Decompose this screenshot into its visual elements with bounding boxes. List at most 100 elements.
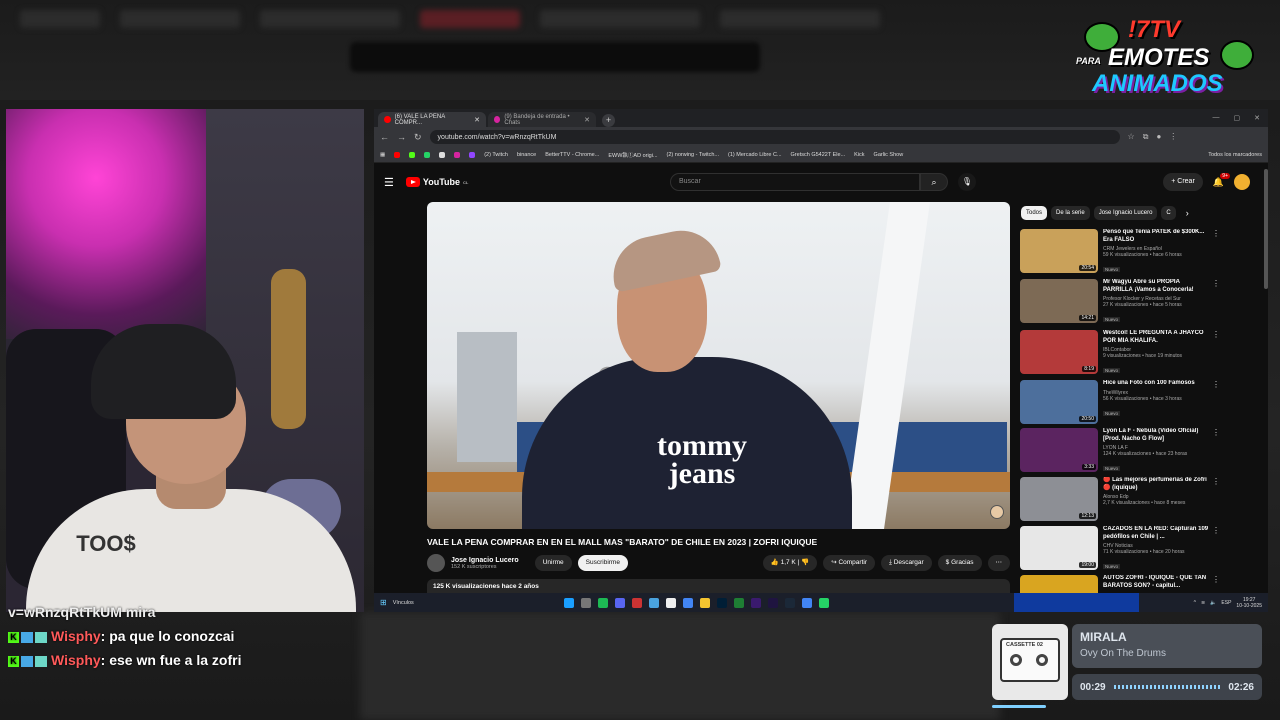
extension-icon[interactable]: ⧉ — [1143, 132, 1149, 142]
recommendation-thumbnail[interactable]: 12:13 — [1020, 477, 1098, 521]
more-actions-button[interactable]: ⋯ — [987, 555, 1010, 571]
bookmark-gretsch[interactable]: Gretsch G5422T Ele... — [791, 152, 846, 158]
recommendation-title[interactable]: Mr Wagyu Abre su PROPIA PARRILLA ¡Vamos … — [1103, 279, 1210, 294]
video-player[interactable]: tommy jeans — [427, 202, 1010, 529]
recommendation-thumbnail[interactable]: 20:54 — [1020, 229, 1098, 273]
app-icon[interactable] — [648, 597, 659, 608]
search-input[interactable]: Buscar — [670, 173, 920, 191]
recommendation-thumbnail[interactable]: 8:19 — [1020, 330, 1098, 374]
like-button[interactable]: 👍 1,7 K | 👎 — [762, 555, 818, 571]
chrome-icon[interactable] — [801, 597, 812, 608]
bookmark-binance[interactable]: binance — [517, 152, 536, 158]
recommendation-title[interactable]: CAZADOS EN LA RED: Capturan 109 pedófilo… — [1103, 526, 1210, 541]
forward-icon[interactable]: → — [397, 132, 406, 142]
create-button[interactable]: + Crear — [1163, 173, 1203, 191]
kick-bookmark-icon[interactable] — [409, 151, 416, 158]
x-bookmark-icon[interactable] — [439, 151, 446, 158]
menu-icon[interactable]: ⋮ — [1169, 132, 1177, 142]
recommendation-item[interactable]: 20:50 Hice una Foto con 100 Famosos TheWil… — [1020, 380, 1220, 426]
recommendation-item[interactable]: 12:13 🔴 Las mejores perfumerías de Zofri … — [1020, 477, 1220, 523]
more-options-icon[interactable]: ⋮ — [1212, 330, 1220, 376]
reload-icon[interactable]: ↻ — [414, 132, 422, 143]
more-options-icon[interactable]: ⋮ — [1212, 279, 1220, 325]
file-explorer-icon[interactable] — [699, 597, 710, 608]
more-options-icon[interactable]: ⋮ — [1212, 380, 1220, 426]
star-icon[interactable]: ☆ — [1128, 132, 1135, 142]
url-field[interactable]: youtube.com/watch?v=wRnzqRtTkUM — [429, 130, 1120, 144]
photoshop-icon[interactable] — [716, 597, 727, 608]
more-options-icon[interactable]: ⋮ — [1212, 428, 1220, 474]
close-window-icon[interactable]: ✕ — [1254, 114, 1260, 122]
discord-icon[interactable] — [614, 597, 625, 608]
clock[interactable]: 19:27 10-10-2025 — [1236, 597, 1262, 609]
recommendation-title[interactable]: Pensó que Tenía PATEK de $300K... Era FA… — [1103, 229, 1210, 244]
after-effects-icon[interactable] — [767, 597, 778, 608]
thanks-button[interactable]: $ Gracias — [937, 555, 982, 571]
steam-icon[interactable] — [784, 597, 795, 608]
app-icon[interactable] — [733, 597, 744, 608]
chrome-icon[interactable] — [682, 597, 693, 608]
tradingview-icon[interactable] — [665, 597, 676, 608]
recommendation-item[interactable]: 19:00 CAZADOS EN LA RED: Capturan 109 ped… — [1020, 526, 1220, 572]
taskbar-links-label[interactable]: Vínculos — [393, 600, 414, 606]
bookmark-garlic[interactable]: Garlic Show — [874, 152, 904, 158]
minimize-icon[interactable]: — — [1213, 114, 1220, 122]
language-indicator[interactable]: ESP — [1221, 600, 1231, 606]
recommendation-title[interactable]: Westcol! LE PREGUNTA A JHAYCO POR MIA KH… — [1103, 330, 1210, 345]
chip-series[interactable]: De la serie — [1051, 206, 1090, 220]
chip-more[interactable]: C — [1161, 206, 1176, 220]
app-icon[interactable] — [631, 597, 642, 608]
thumbs-down-icon[interactable]: | 👎 — [798, 559, 810, 566]
bookmark-kick[interactable]: Kick — [854, 152, 864, 158]
recommendation-title[interactable]: AUTOS ZOFRI - IQUIQUE - QUE TAN BARATOS … — [1103, 575, 1210, 590]
search-button[interactable]: ⌕ — [920, 173, 948, 191]
steam-icon[interactable] — [563, 597, 574, 608]
recommendation-thumbnail[interactable]: 19:00 — [1020, 526, 1098, 570]
recommendation-thumbnail[interactable]: 3:33 — [1020, 428, 1098, 472]
whatsapp-icon[interactable] — [818, 597, 829, 608]
download-button[interactable]: ⤓ Descargar — [881, 555, 932, 571]
all-bookmarks[interactable]: Todos los marcadores — [1208, 152, 1262, 158]
chevron-up-icon[interactable]: ^ — [1194, 600, 1196, 606]
bookmark-bttv[interactable]: BetterTTV - Chrome... — [545, 152, 599, 158]
profile-icon[interactable]: ● — [1156, 132, 1161, 142]
recommendation-title[interactable]: 🔴 Las mejores perfumerías de Zofri 🔴 (iq… — [1103, 477, 1210, 492]
notifications-button[interactable]: 🔔 9+ — [1213, 172, 1230, 188]
apps-icon[interactable]: ▦ — [380, 152, 385, 158]
recommendation-title[interactable]: Hice una Foto con 100 Famosos — [1103, 380, 1210, 388]
chip-channel[interactable]: Jose Ignacio Lucero — [1093, 206, 1158, 220]
recommendation-item[interactable]: 3:33 Lyon La F - Nebula (Video Oficial) [… — [1020, 428, 1220, 474]
close-tab-icon[interactable]: ✕ — [474, 116, 480, 124]
youtube-bookmark-icon[interactable] — [394, 151, 401, 158]
channel-name[interactable]: Jose Ignacio Lucero — [451, 557, 519, 564]
bookmark-norwing[interactable]: (2) norwing - Twitch... — [667, 152, 719, 158]
chevron-right-icon[interactable]: › — [1186, 206, 1189, 220]
wifi-icon[interactable]: ≋ — [1201, 600, 1205, 606]
recommendation-thumbnail[interactable]: 20:50 — [1020, 380, 1098, 424]
hamburger-menu-icon[interactable]: ☰ — [384, 176, 394, 189]
more-options-icon[interactable]: ⋮ — [1212, 477, 1220, 523]
recommendation-item[interactable]: 20:54 Pensó que Tenía PATEK de $300K... E… — [1020, 229, 1220, 275]
bookmark-twitch[interactable]: (2) Twitch — [484, 152, 508, 158]
spotify-icon[interactable] — [597, 597, 608, 608]
voice-search-button[interactable]: 🎙 — [958, 173, 976, 191]
obs-icon[interactable] — [580, 597, 591, 608]
whatsapp-bookmark-icon[interactable] — [424, 151, 431, 158]
recommendation-item[interactable]: 8:19 Westcol! LE PREGUNTA A JHAYCO POR MI… — [1020, 330, 1220, 376]
close-tab-icon[interactable]: ✕ — [584, 116, 590, 124]
chip-all[interactable]: Todos — [1021, 206, 1048, 220]
new-tab-button[interactable]: + — [602, 114, 615, 127]
youtube-logo[interactable]: YouTube CL — [405, 177, 468, 187]
more-options-icon[interactable]: ⋮ — [1212, 229, 1220, 275]
tab-youtube[interactable]: (6) VALE LA PENA COMPR... ✕ — [378, 112, 486, 127]
premiere-icon[interactable] — [750, 597, 761, 608]
tab-instagram[interactable]: (9) Bandeja de entrada • Chats ✕ — [488, 112, 596, 127]
twitch-bookmark-icon[interactable] — [469, 151, 476, 158]
bookmark-mercadolibre[interactable]: (1) Mercado Libre C... — [728, 152, 782, 158]
bookmark-eww[interactable]: EWW執①AD origi... — [608, 151, 657, 159]
recommendation-title[interactable]: Lyon La F - Nebula (Video Oficial) [Prod… — [1103, 428, 1210, 443]
recommendation-thumbnail[interactable]: 14:21 — [1020, 279, 1098, 323]
maximize-icon[interactable]: ▢ — [1234, 114, 1241, 122]
recommendation-item[interactable]: 14:21 Mr Wagyu Abre su PROPIA PARRILLA ¡V… — [1020, 279, 1220, 325]
account-avatar[interactable] — [1234, 174, 1250, 190]
